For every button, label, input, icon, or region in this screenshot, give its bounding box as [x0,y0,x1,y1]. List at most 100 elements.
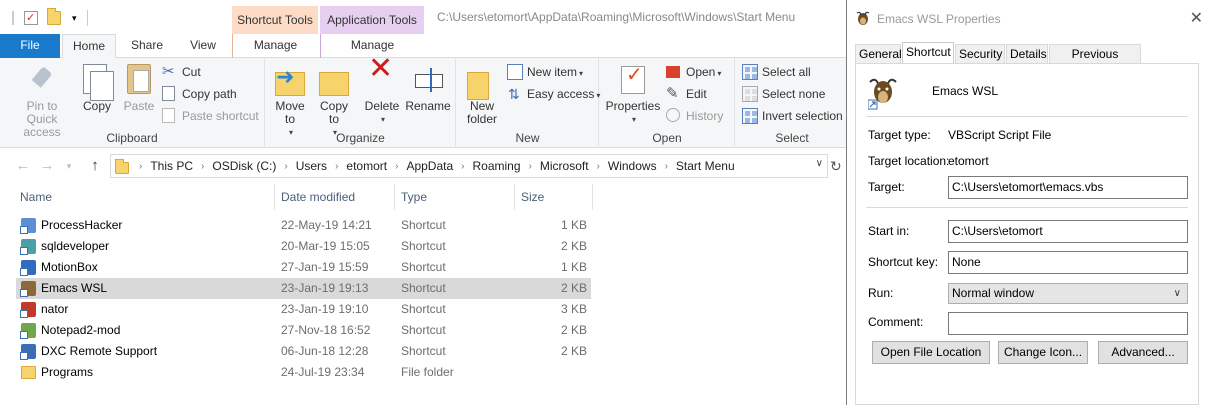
ribbon-tabs: File Home Share View Manage Manage [0,34,848,59]
file-type: Shortcut [401,260,446,274]
pin-to-quick-access-button[interactable]: Pin to Quick access [6,62,78,139]
rename-button[interactable]: Rename [404,62,452,113]
copy-path-button[interactable]: Copy path [162,84,237,104]
properties-label: Properties [605,99,661,113]
tab-file[interactable]: File [0,34,60,58]
comment-input[interactable] [948,312,1188,335]
copy-path-icon [162,86,175,101]
window-title: C:\Users\etomort\AppData\Roaming\Microso… [437,10,796,24]
file-row[interactable]: sqldeveloper 20-Mar-19 15:05 Shortcut 2 … [16,236,591,257]
tab-share[interactable]: Share [120,34,174,58]
properties-button[interactable]: Properties ▾ [604,62,662,126]
copy-to-button[interactable]: Copy to ▾ [314,62,354,139]
select-group-label: Select [775,131,809,145]
shortcut-key-input[interactable]: None [948,251,1188,274]
refresh-icon[interactable]: ↻ [830,158,842,175]
column-divider[interactable] [592,184,593,210]
invert-selection-button[interactable]: Invert selection [742,106,843,126]
column-divider[interactable] [394,184,395,210]
cut-button[interactable]: Cut [162,62,201,82]
delete-button[interactable]: Delete ▾ [362,62,402,126]
pencil-icon [666,84,682,104]
customize-dropdown-icon[interactable]: ▾ [72,13,77,24]
tab-general[interactable]: General [855,44,902,64]
run-select[interactable]: Normal window ∨ [948,283,1188,304]
breadcrumb-etomort[interactable]: etomort [346,159,387,173]
back-arrow-icon[interactable]: ← [14,156,32,176]
column-header-name[interactable]: Name [20,186,52,208]
file-name: Programs [41,365,94,379]
move-to-button[interactable]: Move to ▾ [270,62,310,139]
breadcrumb-windows[interactable]: Windows [608,159,657,173]
breadcrumb-users[interactable]: Users [296,159,327,173]
file-row-selected[interactable]: Emacs WSL 23-Jan-19 19:13 Shortcut 2 KB [16,278,591,299]
file-row[interactable]: DXC Remote Support 06-Jun-18 12:28 Short… [16,341,591,362]
up-arrow-icon[interactable]: ↑ [86,156,104,176]
file-row[interactable]: Programs 24-Jul-19 23:34 File folder [16,362,591,383]
tab-details[interactable]: Details [1006,44,1048,64]
change-icon-button[interactable]: Change Icon... [998,341,1088,364]
paste-button[interactable]: Paste [120,62,158,113]
target-type-value: VBScript Script File [948,128,1052,142]
new-folder-button[interactable]: New folder [461,62,503,126]
open-group-label: Open [652,131,682,145]
open-file-location-button[interactable]: Open File Location [872,341,990,364]
open-button[interactable]: Open ▾ [666,62,721,82]
column-header-size[interactable]: Size [521,186,544,208]
column-header-date[interactable]: Date modified [281,186,355,208]
folder-icon [21,366,36,379]
open-group: Properties ▾ Open▾ Edit History Open [600,58,735,148]
file-name: sqldeveloper [41,239,110,253]
recent-locations-chevron-icon[interactable]: ▾ [60,156,78,176]
properties-icon[interactable] [24,11,38,25]
column-divider[interactable] [514,184,515,210]
file-row[interactable]: MotionBox 27-Jan-19 15:59 Shortcut 1 KB [16,257,591,278]
breadcrumb-this-pc[interactable]: This PC [150,159,193,173]
tab-previous-versions[interactable]: Previous Versions [1049,44,1141,79]
copy-label: Copy [82,99,111,113]
paste-shortcut-button[interactable]: Paste shortcut [162,106,259,126]
breadcrumb-microsoft[interactable]: Microsoft [540,159,589,173]
forward-arrow-icon[interactable]: → [38,156,56,176]
column-divider[interactable] [274,184,275,210]
breadcrumb-roaming[interactable]: Roaming [472,159,520,173]
tab-shortcut[interactable]: Shortcut [902,42,954,65]
chevron-down-icon: ▾ [631,115,636,124]
column-header-type[interactable]: Type [401,186,427,208]
organize-group: Move to ▾ Copy to ▾ Delete ▾ Rename Orga… [266,58,456,148]
shortcut-tab-panel: Emacs WSL Target type: VBScript Script F… [855,63,1199,405]
tab-view[interactable]: View [178,34,228,58]
file-row[interactable]: Notepad2-mod 27-Nov-18 16:52 Shortcut 2 … [16,320,591,341]
file-row[interactable]: ProcessHacker 22-May-19 14:21 Shortcut 1… [16,215,591,236]
close-icon[interactable]: ✕ [1190,8,1203,28]
advanced-button[interactable]: Advanced... [1098,341,1188,364]
delete-icon [366,62,398,96]
paste-label: Paste [123,99,155,113]
target-location-value: etomort [948,154,989,168]
tab-home[interactable]: Home [62,34,116,59]
breadcrumb-osdisk[interactable]: OSDisk (C:) [212,159,276,173]
organize-group-label: Organize [336,131,385,145]
address-bar[interactable]: › This PC › OSDisk (C:) › Users › etomort › … [110,154,828,178]
target-input[interactable]: C:\Users\etomort\emacs.vbs [948,176,1188,199]
new-folder-icon[interactable] [47,8,61,25]
history-button[interactable]: History [666,106,723,126]
select-all-button[interactable]: Select all [742,62,811,82]
start-in-input[interactable]: C:\Users\etomort [948,220,1188,243]
file-row[interactable]: nator 23-Jan-19 19:10 Shortcut 3 KB [16,299,591,320]
file-type: Shortcut [401,218,446,232]
breadcrumb-appdata[interactable]: AppData [406,159,453,173]
breadcrumb-start-menu[interactable]: Start Menu [676,159,735,173]
copy-button[interactable]: Copy [78,62,116,113]
chevron-down-icon[interactable]: ∨ [816,158,823,169]
new-item-button[interactable]: New item ▾ [507,62,583,82]
edit-button[interactable]: Edit [666,84,707,104]
file-size: 2 KB [560,239,587,253]
tab-security[interactable]: Security [955,44,1005,64]
file-name: DXC Remote Support [41,344,158,358]
easy-access-button[interactable]: Easy access▾ [507,84,600,104]
breadcrumb-separator: › [201,160,205,172]
delete-label: Delete [364,99,400,113]
tab-manage-shortcut[interactable]: Manage [232,34,318,58]
select-none-button[interactable]: Select none [742,84,825,104]
